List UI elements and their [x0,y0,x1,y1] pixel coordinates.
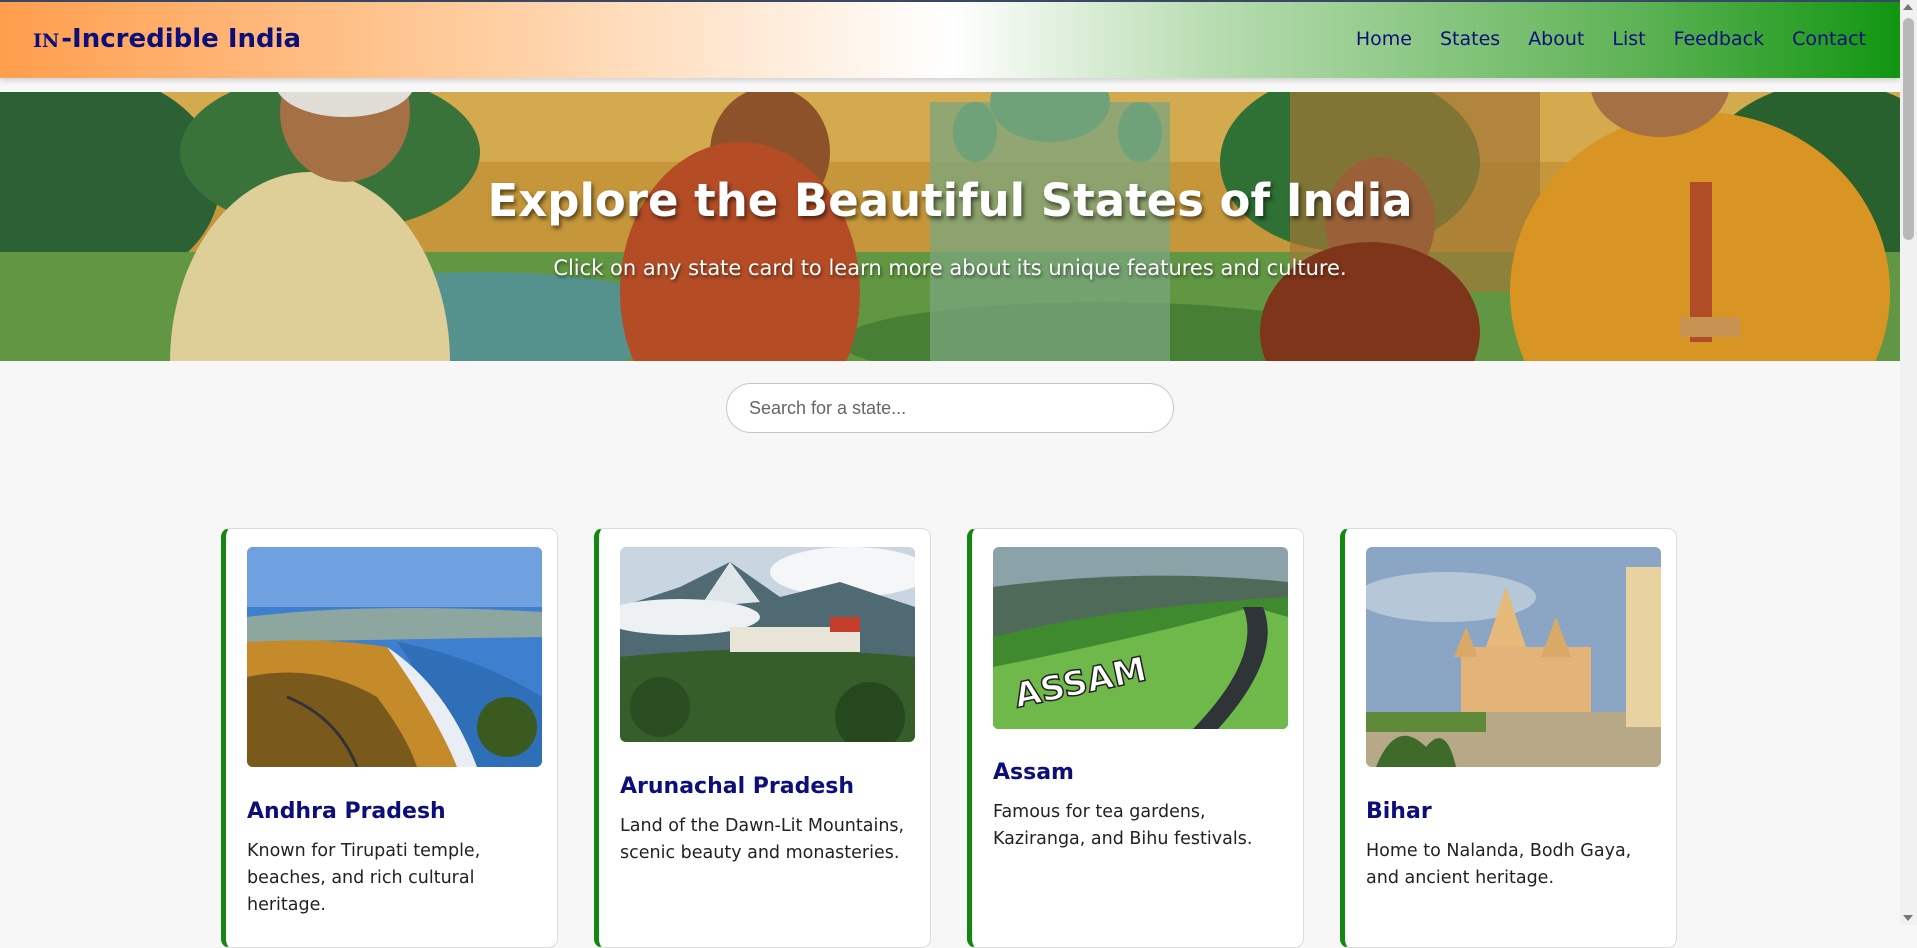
state-description: Known for Tirupati temple, beaches, and … [247,841,481,915]
nav-feedback[interactable]: Feedback [1674,28,1764,50]
nav-links: Home States About List Feedback Contact [1356,28,1866,50]
nav-states[interactable]: States [1440,28,1500,50]
state-image-arunachal-pradesh [620,547,915,742]
scrollbar-thumb[interactable] [1903,18,1914,240]
scroll-up-arrow-icon[interactable] [1903,4,1913,10]
navbar: IN-Incredible India Home States About Li… [0,2,1900,78]
state-card-andhra-pradesh[interactable]: Andhra Pradesh Known for Tirupati temple… [221,528,558,948]
hero-banner: Explore the Beautiful States of India Cl… [0,92,1900,361]
state-card-grid: Andhra Pradesh Known for Tirupati temple… [221,528,1677,948]
state-card-assam[interactable]: ASSAM Assam Famous for tea gardens, Kazi… [967,528,1304,948]
brand-name: -Incredible India [61,24,302,54]
state-name: Andhra Pradesh [247,799,446,824]
state-search-input[interactable] [726,383,1174,433]
nav-list[interactable]: List [1612,28,1645,50]
scroll-down-arrow-icon[interactable] [1903,915,1913,921]
state-name: Assam [993,760,1074,785]
state-description: Famous for tea gardens, Kaziranga, and B… [993,802,1253,849]
brand-logo[interactable]: IN-Incredible India [33,24,301,54]
nav-home[interactable]: Home [1356,28,1412,50]
page-scrollbar[interactable] [1900,0,1917,925]
hero-title: Explore the Beautiful States of India [487,174,1413,227]
nav-about[interactable]: About [1528,28,1584,50]
state-name: Bihar [1366,799,1432,824]
state-card-bihar[interactable]: Bihar Home to Nalanda, Bodh Gaya, and an… [1340,528,1677,948]
state-image-andhra-pradesh [247,547,542,767]
nav-contact[interactable]: Contact [1792,28,1866,50]
hero-subtitle: Click on any state card to learn more ab… [553,256,1347,280]
state-card-arunachal-pradesh[interactable]: Arunachal Pradesh Land of the Dawn-Lit M… [594,528,931,948]
state-description: Home to Nalanda, Bodh Gaya, and ancient … [1366,841,1632,888]
state-image-assam: ASSAM [993,547,1288,729]
state-image-bihar [1366,547,1661,767]
state-description: Land of the Dawn-Lit Mountains, scenic b… [620,816,905,863]
brand-flag-code: IN [33,30,60,52]
state-name: Arunachal Pradesh [620,774,855,799]
